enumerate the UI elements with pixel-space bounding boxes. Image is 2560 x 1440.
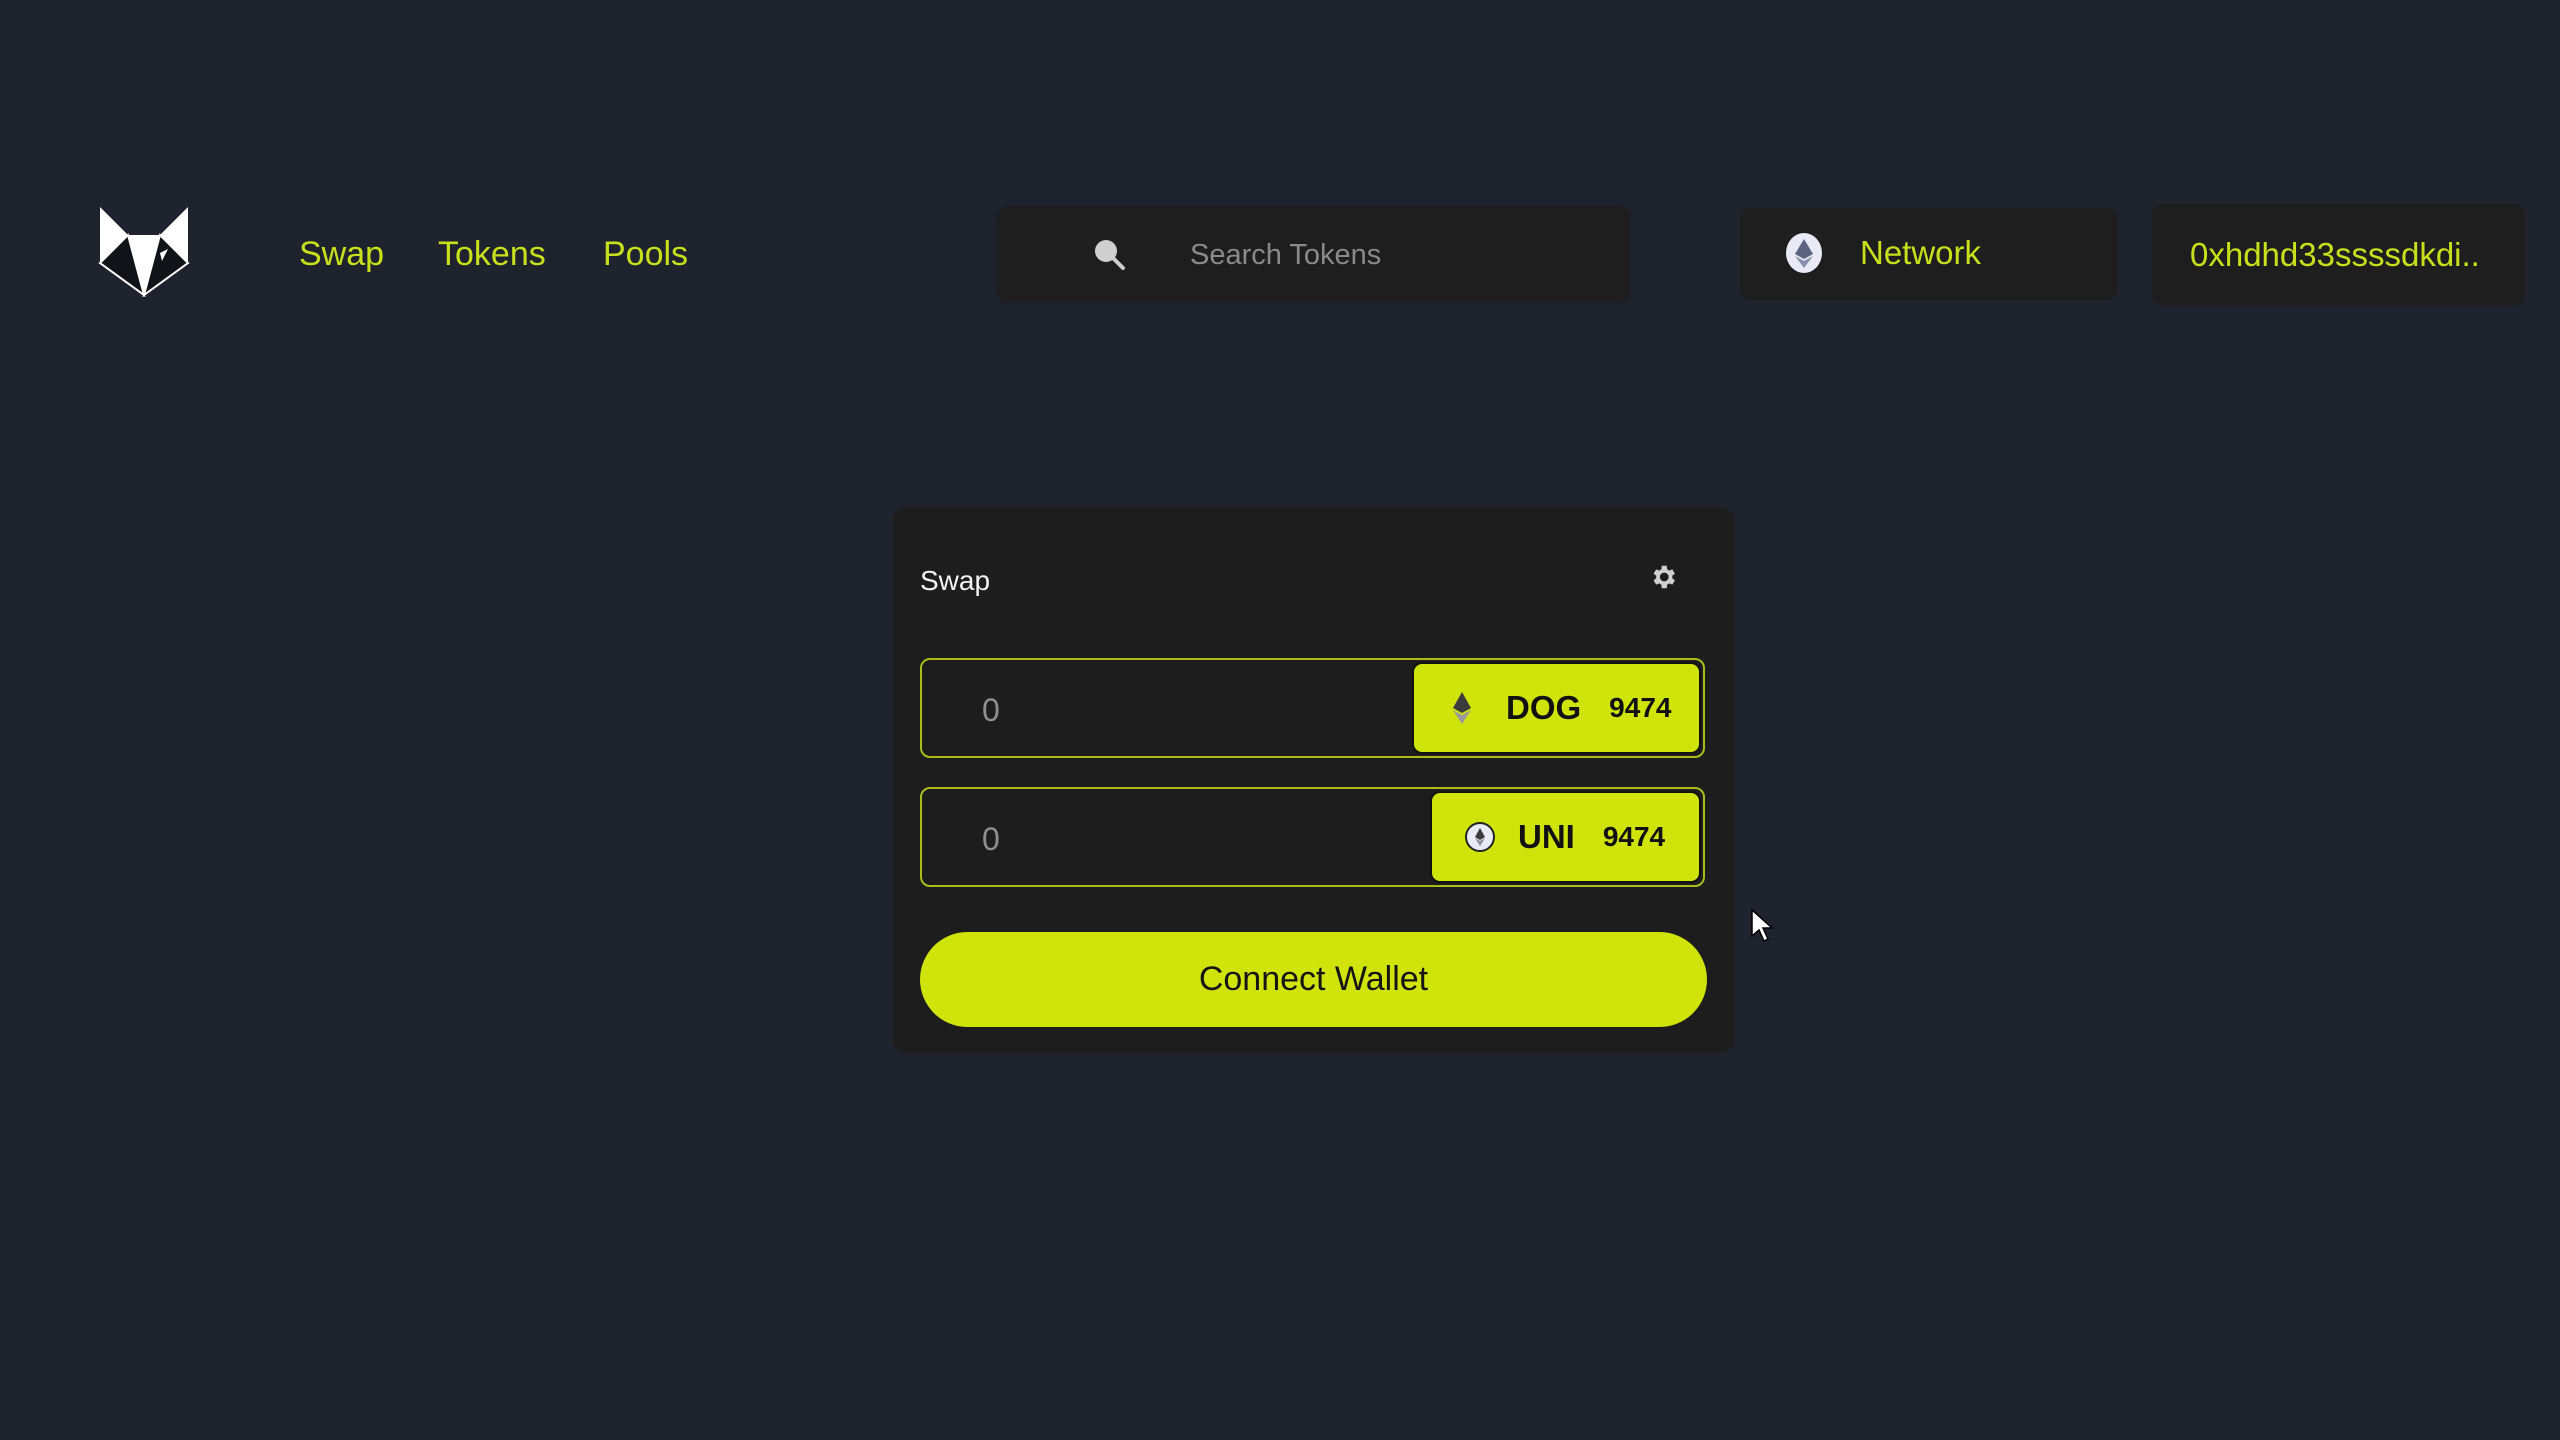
wallet-address: 0xhdhd33ssssdkdi..	[2190, 236, 2480, 273]
from-token-row: DOG 9474	[920, 658, 1705, 758]
gear-icon[interactable]	[1648, 562, 1678, 592]
to-token-symbol: UNI	[1518, 818, 1575, 855]
ethereum-icon	[1786, 233, 1822, 273]
network-label: Network	[1860, 234, 1982, 271]
nav-pools[interactable]: Pools	[603, 234, 688, 274]
ethereum-icon	[1453, 692, 1471, 724]
search-icon	[1095, 240, 1125, 270]
to-token-row: UNI 9474	[920, 787, 1705, 887]
search-input[interactable]	[1188, 229, 1592, 281]
nav-tokens[interactable]: Tokens	[438, 234, 546, 274]
from-amount-input[interactable]	[952, 682, 1344, 738]
connect-wallet-button[interactable]: Connect Wallet	[920, 932, 1707, 1027]
nav-swap[interactable]: Swap	[299, 234, 384, 274]
from-token-balance: 9474	[1609, 692, 1672, 723]
to-token-balance: 9474	[1602, 821, 1666, 852]
to-token-selector[interactable]: UNI 9474	[1430, 791, 1701, 883]
ethereum-circle-icon	[1465, 822, 1495, 852]
to-amount-input[interactable]	[952, 811, 1344, 867]
search-box[interactable]	[998, 207, 1630, 302]
mouse-cursor-icon	[1751, 908, 1774, 943]
from-token-selector[interactable]: DOG 9474	[1412, 662, 1701, 754]
network-selector[interactable]: Network	[1740, 208, 2118, 300]
from-token-symbol: DOG	[1506, 689, 1582, 726]
swap-card-title: Swap	[920, 565, 991, 596]
wallet-address-button[interactable]: 0xhdhd33ssssdkdi..	[2152, 204, 2525, 305]
fox-logo[interactable]	[98, 205, 190, 297]
swap-card: Swap DOG 9474 UNI 9474 Connect Wallet	[893, 507, 1735, 1053]
